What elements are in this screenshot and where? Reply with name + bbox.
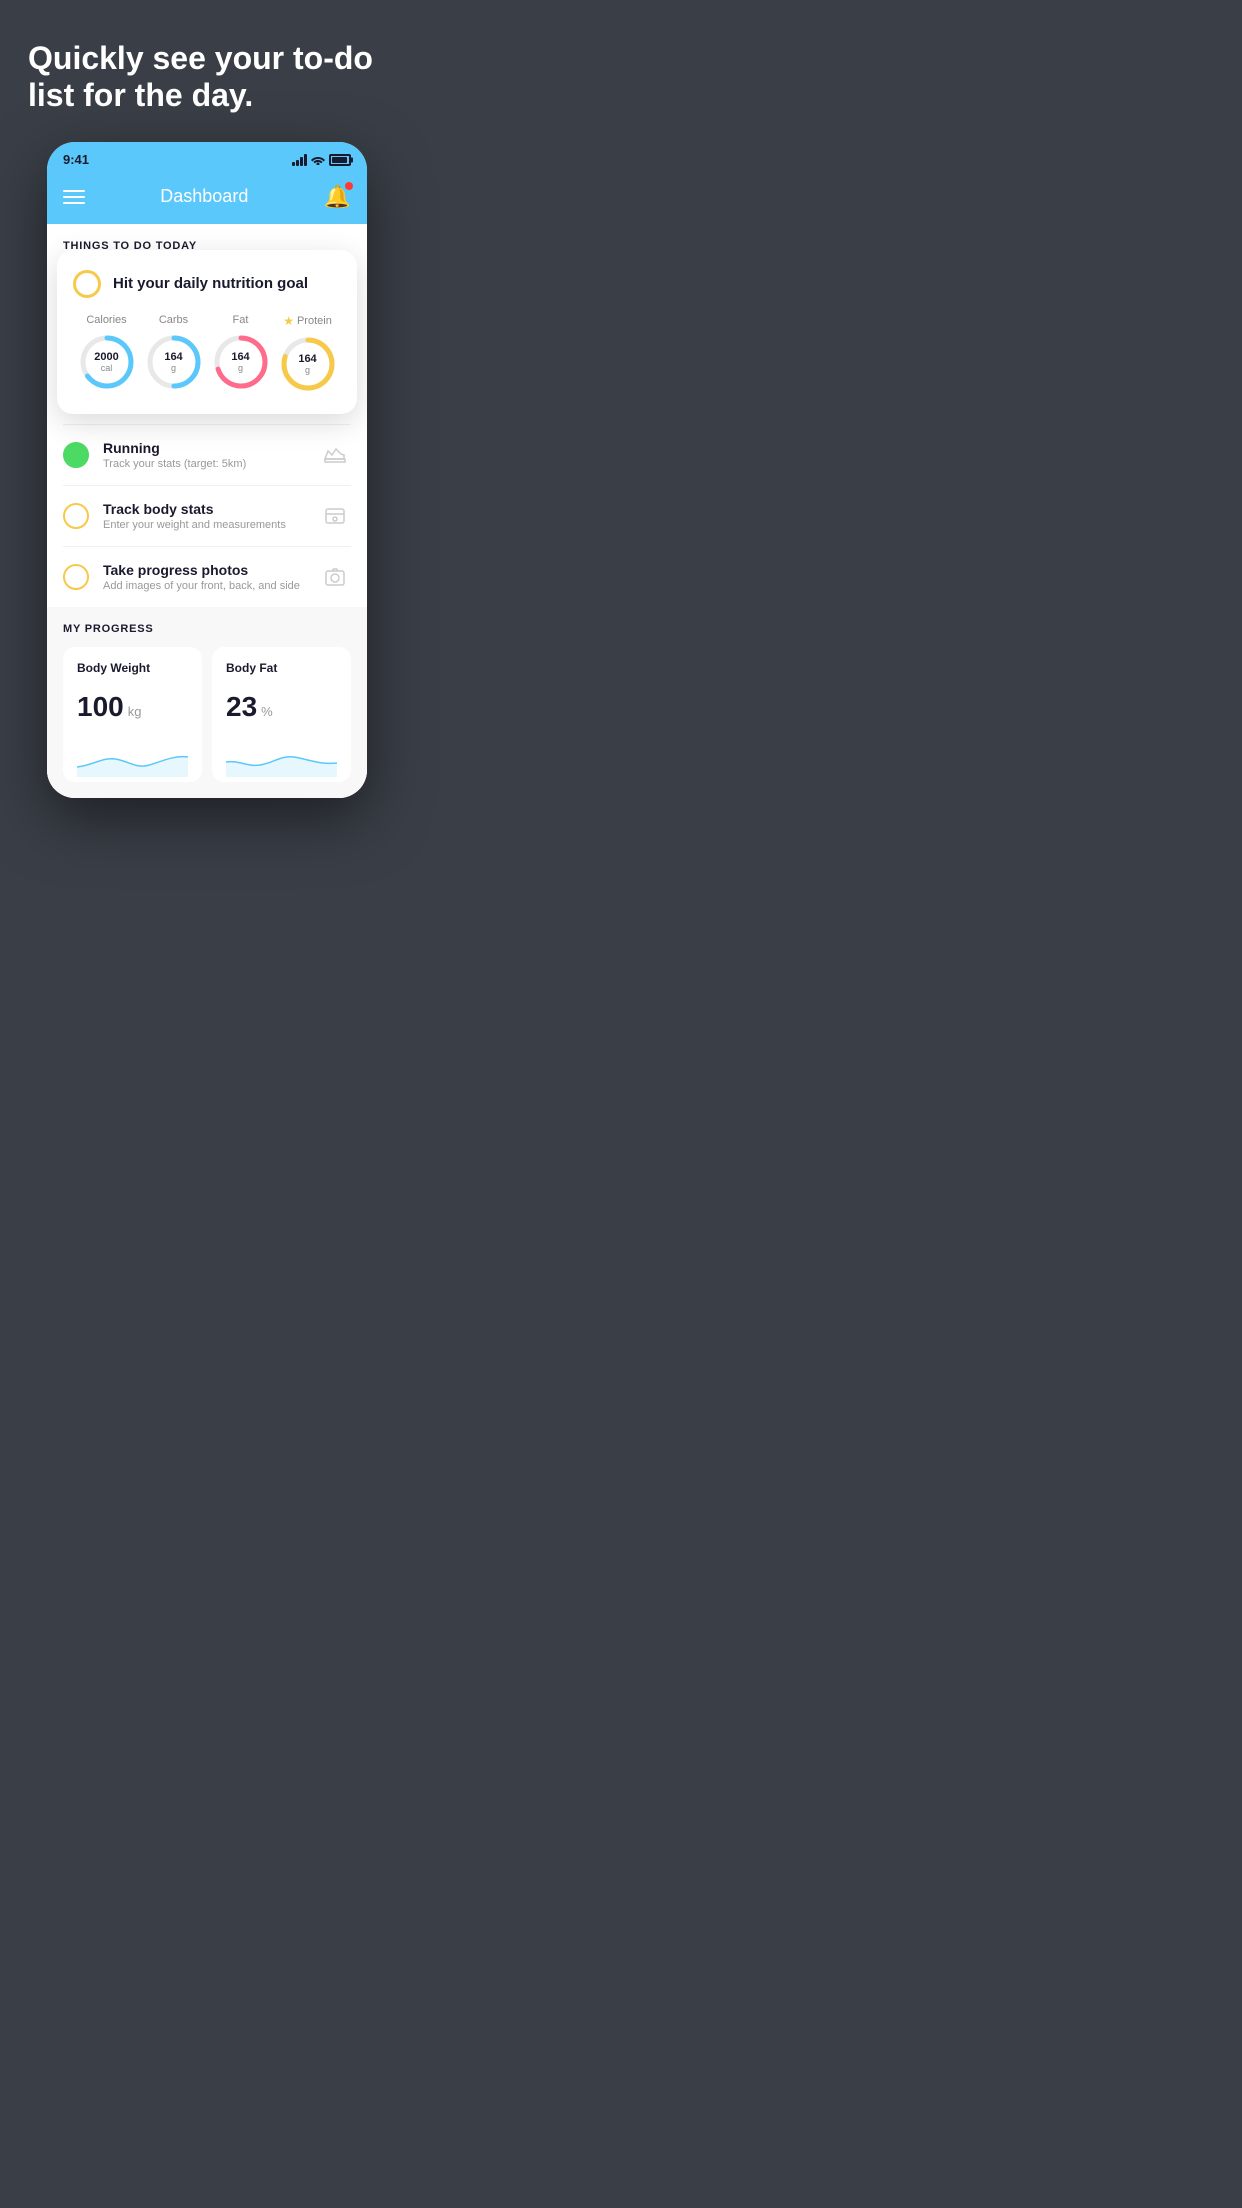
body-fat-chart (226, 737, 337, 777)
nutrition-circle-check[interactable] (73, 270, 101, 298)
track-body-title: Track body stats (103, 501, 305, 517)
body-fat-value-row: 23 % (226, 691, 337, 723)
shoe-icon (319, 439, 351, 471)
protein-value: 164 (298, 353, 316, 365)
hamburger-menu[interactable] (63, 190, 85, 204)
scale-icon (319, 500, 351, 532)
header-title: Dashboard (160, 186, 248, 207)
battery-icon (329, 154, 351, 166)
content-area: THINGS TO DO TODAY Hit your daily nutrit… (47, 224, 367, 798)
todo-list: Running Track your stats (target: 5km) T… (47, 424, 367, 607)
fat-value: 164 (231, 351, 249, 363)
stat-protein: ★ Protein 164 g (278, 314, 338, 394)
photos-subtitle: Add images of your front, back, and side (103, 580, 305, 592)
photos-title: Take progress photos (103, 562, 305, 578)
page-headline: Quickly see your to-do list for the day. (28, 40, 386, 114)
progress-cards: Body Weight 100 kg Body Fat (63, 647, 351, 782)
calories-label: Calories (86, 314, 126, 326)
body-weight-unit: kg (128, 704, 142, 719)
running-circle (63, 442, 89, 468)
carbs-value: 164 (164, 351, 182, 363)
protein-label: ★ Protein (283, 314, 332, 328)
notification-bell[interactable]: 🔔 (324, 184, 351, 210)
track-body-text: Track body stats Enter your weight and m… (103, 501, 305, 531)
signal-icon (292, 154, 307, 166)
photos-text: Take progress photos Add images of your … (103, 562, 305, 592)
running-text: Running Track your stats (target: 5km) (103, 440, 305, 470)
stat-calories: Calories 2000 cal (77, 314, 137, 392)
app-header: Dashboard 🔔 (47, 174, 367, 224)
nutrition-card: Hit your daily nutrition goal Calories (57, 250, 357, 414)
notification-dot (345, 182, 353, 190)
body-weight-title: Body Weight (77, 661, 188, 675)
body-weight-chart (77, 737, 188, 777)
calories-chart: 2000 cal (77, 332, 137, 392)
todo-item-photos[interactable]: Take progress photos Add images of your … (63, 546, 351, 607)
status-icons (292, 154, 351, 166)
body-fat-value: 23 (226, 691, 257, 723)
carbs-chart: 164 g (144, 332, 204, 392)
progress-section: MY PROGRESS Body Weight 100 kg (47, 607, 367, 798)
photo-icon (319, 561, 351, 593)
todo-item-track-body[interactable]: Track body stats Enter your weight and m… (63, 485, 351, 546)
todo-item-running[interactable]: Running Track your stats (target: 5km) (63, 424, 351, 485)
body-weight-value-row: 100 kg (77, 691, 188, 723)
body-fat-unit: % (261, 704, 273, 719)
body-weight-card[interactable]: Body Weight 100 kg (63, 647, 202, 782)
star-icon: ★ (283, 314, 294, 328)
background-page: Quickly see your to-do list for the day.… (0, 0, 414, 828)
calories-value: 2000 (94, 351, 118, 363)
wifi-icon (311, 155, 325, 165)
fat-label: Fat (233, 314, 249, 326)
fat-chart: 164 g (211, 332, 271, 392)
running-subtitle: Track your stats (target: 5km) (103, 458, 305, 470)
protein-chart: 164 g (278, 334, 338, 394)
my-progress-heading: MY PROGRESS (63, 623, 351, 635)
running-title: Running (103, 440, 305, 456)
body-fat-title: Body Fat (226, 661, 337, 675)
photos-circle (63, 564, 89, 590)
status-bar: 9:41 (47, 142, 367, 174)
track-body-subtitle: Enter your weight and measurements (103, 519, 305, 531)
nutrition-card-title: Hit your daily nutrition goal (113, 275, 308, 292)
phone-mockup: 9:41 Dashboard 🔔 THI (47, 142, 367, 798)
status-time: 9:41 (63, 152, 89, 167)
nutrition-card-header: Hit your daily nutrition goal (73, 270, 341, 298)
body-fat-card[interactable]: Body Fat 23 % (212, 647, 351, 782)
body-weight-value: 100 (77, 691, 124, 723)
track-body-circle (63, 503, 89, 529)
stat-carbs: Carbs 164 g (144, 314, 204, 392)
nutrition-stats: Calories 2000 cal (73, 314, 341, 394)
carbs-label: Carbs (159, 314, 188, 326)
stat-fat: Fat 164 g (211, 314, 271, 392)
